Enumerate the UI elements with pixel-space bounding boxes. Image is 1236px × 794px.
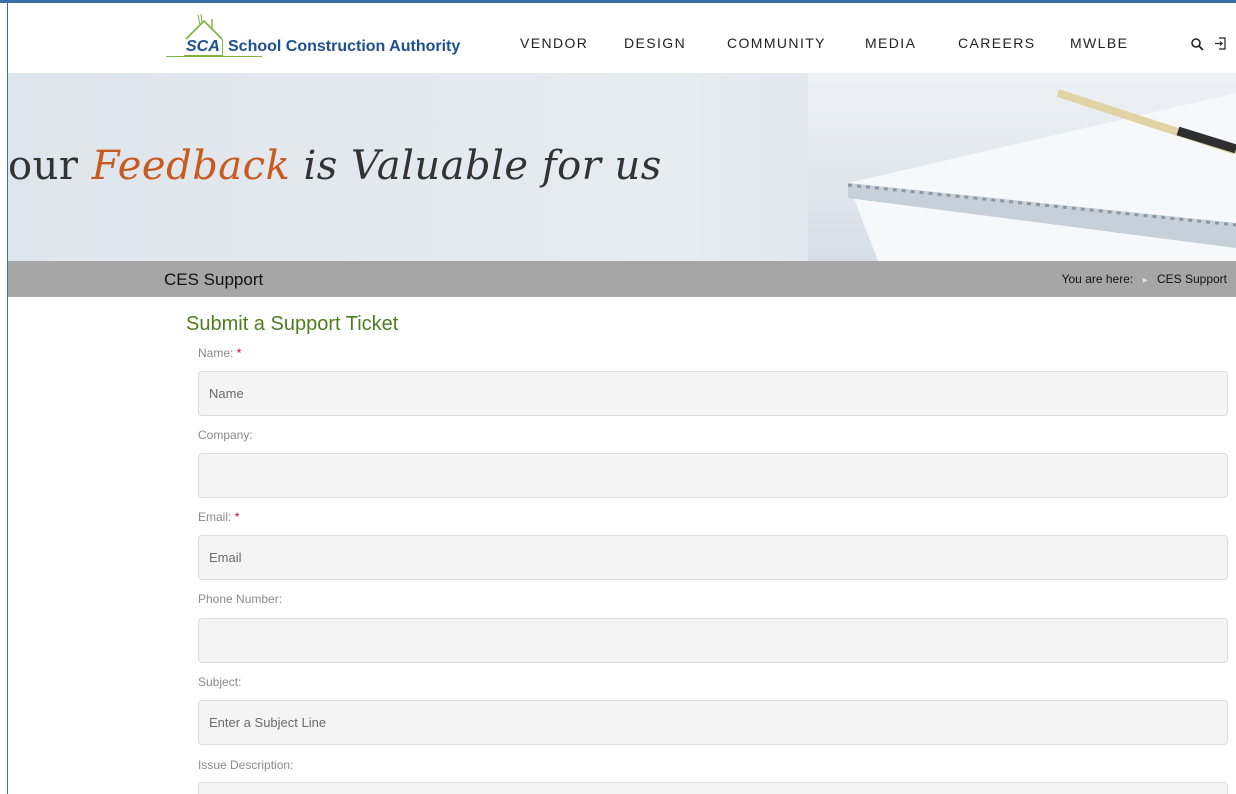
banner-word-for: for bbox=[541, 143, 602, 189]
banner-word-feedback: Feedback bbox=[91, 143, 291, 189]
nav-design[interactable]: DESIGN bbox=[624, 35, 686, 51]
logo-underline bbox=[166, 56, 262, 57]
sca-logo[interactable]: SCA School Construction Authority bbox=[166, 13, 486, 57]
banner-word-us: us bbox=[614, 143, 662, 189]
name-label-text: Name: bbox=[198, 346, 234, 360]
company-label-text: Company: bbox=[198, 428, 253, 442]
banner-word-our: our bbox=[8, 143, 79, 189]
logo-name: School Construction Authority bbox=[228, 38, 461, 55]
issue-description-field[interactable] bbox=[198, 782, 1228, 794]
nav-media[interactable]: MEDIA bbox=[865, 35, 916, 51]
issue-label-text: Issue Description: bbox=[198, 758, 294, 772]
company-label: Company: bbox=[198, 428, 253, 442]
nav-vendor[interactable]: VENDOR bbox=[520, 35, 588, 51]
banner-headline: our Feedback is Valuable for us bbox=[8, 143, 662, 189]
phone-label: Phone Number: bbox=[198, 592, 282, 606]
breadcrumb-prefix: You are here: bbox=[1061, 272, 1134, 286]
subject-label: Subject: bbox=[198, 675, 241, 689]
nav-careers[interactable]: CAREERS bbox=[958, 35, 1035, 51]
breadcrumb-arrow-icon: ▸ bbox=[1142, 275, 1148, 286]
phone-label-text: Phone Number: bbox=[198, 592, 283, 606]
phone-field[interactable] bbox=[198, 618, 1228, 663]
nav-community[interactable]: COMMUNITY bbox=[727, 35, 826, 51]
form-title: Submit a Support Ticket bbox=[186, 313, 399, 335]
feedback-banner: our Feedback is Valuable for us bbox=[8, 73, 1236, 261]
page-title-bar: CES Support You are here: ▸ CES Support bbox=[8, 261, 1236, 297]
page-title: CES Support bbox=[164, 270, 264, 289]
house-icon bbox=[185, 13, 223, 40]
name-field[interactable] bbox=[198, 371, 1228, 416]
required-marker: * bbox=[234, 510, 240, 524]
email-label: Email: * bbox=[198, 510, 239, 524]
banner-word-valuable: is Valuable bbox=[303, 143, 529, 189]
email-label-text: Email: bbox=[198, 510, 232, 524]
email-field[interactable] bbox=[198, 535, 1228, 580]
nav-mwlbe[interactable]: MWLBE bbox=[1070, 35, 1128, 51]
notebook-illustration bbox=[847, 89, 1236, 261]
search-icon[interactable] bbox=[1190, 37, 1204, 51]
login-icon[interactable] bbox=[1214, 37, 1227, 50]
breadcrumb-current[interactable]: CES Support bbox=[1157, 272, 1227, 286]
required-marker: * bbox=[236, 346, 242, 360]
notebook-photo bbox=[808, 73, 1236, 261]
logo-mark: SCA bbox=[184, 39, 223, 56]
site-header: SCA School Construction Authority VENDOR… bbox=[8, 3, 1236, 73]
subject-field[interactable] bbox=[198, 700, 1228, 745]
issue-description-label: Issue Description: bbox=[198, 758, 293, 772]
breadcrumb: You are here: ▸ CES Support bbox=[1062, 272, 1227, 286]
name-label: Name: * bbox=[198, 346, 241, 360]
subject-label-text: Subject: bbox=[198, 675, 242, 689]
company-field[interactable] bbox=[198, 453, 1228, 498]
